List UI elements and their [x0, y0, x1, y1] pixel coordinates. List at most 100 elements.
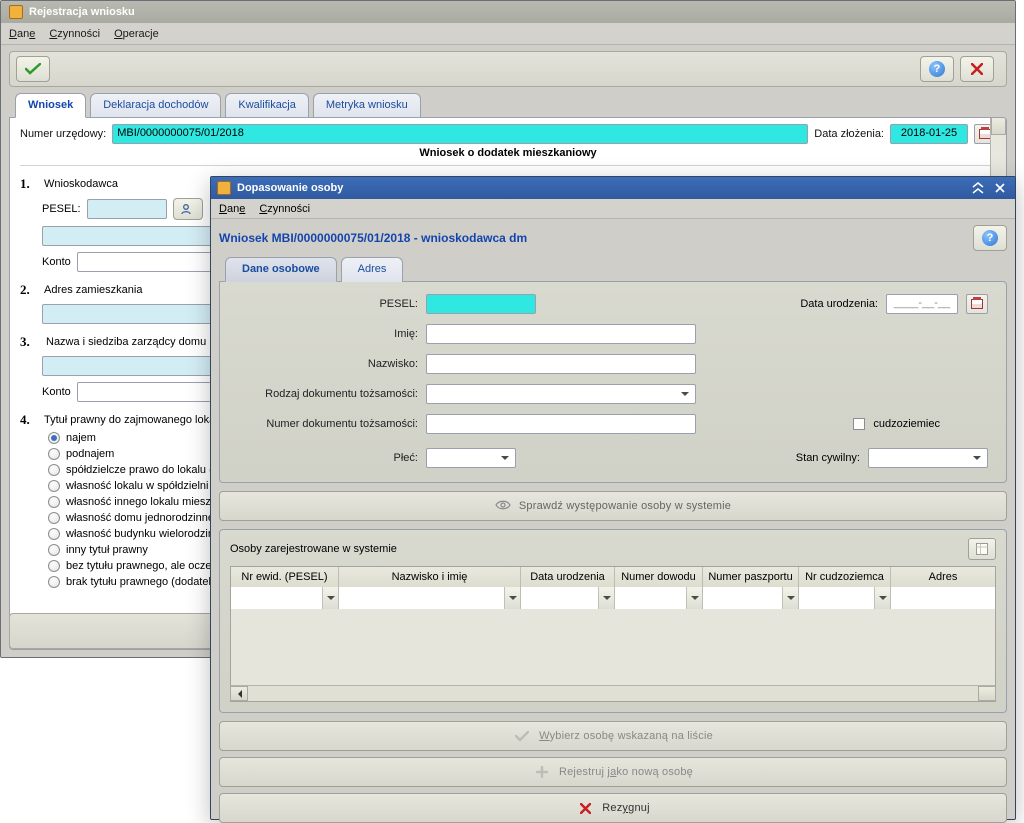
- window-maximize-button[interactable]: [969, 180, 987, 196]
- pesel-label-main: PESEL:: [42, 203, 81, 215]
- konto-label-1: Konto: [42, 256, 71, 268]
- radio-dot-icon: [48, 528, 60, 540]
- nazwisko-input[interactable]: [426, 354, 696, 374]
- pesel-input-main[interactable]: [87, 199, 167, 219]
- modal-icon: [217, 181, 231, 195]
- modal-menubar: Dane Czynności: [211, 199, 1015, 219]
- cudzoziemiec-label: cudzoziemiec: [873, 418, 940, 430]
- modal-help-button[interactable]: ?: [973, 225, 1007, 251]
- sec4-num: 4.: [20, 412, 38, 428]
- radio-dot-icon: [48, 512, 60, 524]
- sec1-label: Wnioskodawca: [44, 178, 118, 190]
- grid-options-button[interactable]: [968, 538, 996, 560]
- tab-adres[interactable]: Adres: [341, 257, 404, 282]
- tab-kwalifikacja[interactable]: Kwalifikacja: [225, 93, 308, 118]
- konto-input-2[interactable]: [77, 382, 217, 402]
- plec-select[interactable]: [426, 448, 516, 468]
- menu-czynnosci[interactable]: Czynności: [49, 28, 100, 40]
- wnioskodawca-name-input[interactable]: [42, 226, 222, 246]
- pesel-lookup-button[interactable]: [173, 198, 203, 220]
- data-urodzenia-input[interactable]: ____-__-__: [886, 294, 958, 314]
- radio-dot-icon: [48, 576, 60, 588]
- stan-cywilny-select[interactable]: [868, 448, 988, 468]
- radio-dot-icon: [48, 544, 60, 556]
- data-urodzenia-label: Data urodzenia:: [800, 298, 878, 310]
- tab-wniosek[interactable]: Wniosek: [15, 93, 86, 118]
- grid-table: Nr ewid. (PESEL) Nazwisko i imię Data ur…: [230, 566, 996, 702]
- eye-icon: [495, 500, 511, 513]
- col-nr-dowodu[interactable]: Numer dowodu: [615, 567, 703, 587]
- help-button[interactable]: ?: [920, 56, 954, 82]
- help-icon: ?: [929, 61, 945, 77]
- grid-filter-row: [231, 587, 995, 609]
- rodzaj-dok-select[interactable]: [426, 384, 696, 404]
- modal-menu-czynnosci[interactable]: Czynności: [259, 203, 310, 215]
- numer-urz-input[interactable]: MBI/0000000075/01/2018: [112, 124, 808, 144]
- dane-osobowe-panel: PESEL: Data urodzenia: ____-__-__ Imię: …: [219, 281, 1007, 483]
- check-icon: [25, 63, 41, 75]
- konto-input-1[interactable]: [77, 252, 217, 272]
- person-search-icon: [181, 203, 195, 215]
- filter-dd-data-ur[interactable]: [598, 587, 614, 609]
- rejestruj-nowa-button[interactable]: Rejestruj jako nową osobę: [219, 757, 1007, 787]
- menu-dane[interactable]: Dane: [9, 28, 35, 40]
- col-data-ur[interactable]: Data urodzenia: [521, 567, 615, 587]
- tab-metryka[interactable]: Metryka wniosku: [313, 93, 421, 118]
- imie-label: Imię:: [238, 328, 418, 340]
- modal-heading: Wniosek MBI/0000000075/01/2018 - wniosko…: [219, 231, 527, 245]
- filter-nazwisko[interactable]: [339, 587, 504, 609]
- sec3-num: 3.: [20, 334, 38, 350]
- filter-nr-dowodu[interactable]: [615, 587, 686, 609]
- imie-input[interactable]: [426, 324, 696, 344]
- check-person-button[interactable]: Sprawdź występowanie osoby w systemie: [219, 491, 1007, 521]
- col-nr-paszportu[interactable]: Numer paszportu: [703, 567, 799, 587]
- radio-dot-icon: [48, 560, 60, 572]
- sheet-icon: [975, 542, 989, 556]
- filter-adres[interactable]: [891, 587, 995, 609]
- numer-dok-input[interactable]: [426, 414, 696, 434]
- filter-dd-nazwisko[interactable]: [504, 587, 520, 609]
- adres-input[interactable]: [42, 304, 222, 324]
- data-zlozenia-input[interactable]: 2018-01-25: [890, 124, 968, 144]
- filter-data-ur[interactable]: [521, 587, 598, 609]
- konto-label-2: Konto: [42, 386, 71, 398]
- rodzaj-dok-label: Rodzaj dokumentu tożsamości:: [238, 388, 418, 400]
- zarzadca-input[interactable]: [42, 356, 222, 376]
- radio-dot-icon: [48, 448, 60, 460]
- grid-panel: Osoby zarejestrowane w systemie Nr ewid.…: [219, 529, 1007, 713]
- tab-dane-osobowe[interactable]: Dane osobowe: [225, 257, 337, 282]
- cudzoziemiec-checkbox[interactable]: [853, 418, 865, 430]
- pesel-input[interactable]: [426, 294, 536, 314]
- col-nazwisko[interactable]: Nazwisko i imię: [339, 567, 521, 587]
- col-nr-cudz[interactable]: Nr cudzoziemca: [799, 567, 891, 587]
- filter-dd-nr-dowodu[interactable]: [686, 587, 702, 609]
- form-title: Wniosek o dodatek mieszkaniowy: [20, 142, 996, 166]
- tab-deklaracja[interactable]: Deklaracja dochodów: [90, 93, 221, 118]
- filter-dd-nr-cudz[interactable]: [874, 587, 890, 609]
- radio-dot-icon: [48, 496, 60, 508]
- col-nr-ewid[interactable]: Nr ewid. (PESEL): [231, 567, 339, 587]
- filter-dd-nr-paszportu[interactable]: [782, 587, 798, 609]
- filter-nr-paszportu[interactable]: [703, 587, 782, 609]
- main-window-title: Rejestracja wniosku: [29, 6, 135, 18]
- wybierz-osobe-button[interactable]: Wybierz osobę wskazaną na liście: [219, 721, 1007, 751]
- stan-cywilny-label: Stan cywilny:: [796, 452, 860, 464]
- close-icon: [995, 183, 1005, 193]
- modal-header: Wniosek MBI/0000000075/01/2018 - wniosko…: [211, 219, 1015, 251]
- nazwisko-label: Nazwisko:: [238, 358, 418, 370]
- close-button[interactable]: [960, 56, 994, 82]
- confirm-button[interactable]: [16, 56, 50, 82]
- close-icon: [971, 63, 983, 75]
- filter-nr-cudz[interactable]: [799, 587, 874, 609]
- window-close-button[interactable]: [991, 180, 1009, 196]
- sec3-label: Nazwa i siedziba zarządcy domu: [46, 336, 206, 348]
- rezygnuj-button[interactable]: Rezygnuj: [219, 793, 1007, 823]
- calendar-icon: [971, 299, 983, 309]
- data-urodzenia-calendar-button[interactable]: [966, 294, 988, 314]
- grid-hscroll[interactable]: [231, 685, 995, 701]
- filter-nr-ewid[interactable]: [231, 587, 322, 609]
- modal-menu-dane[interactable]: Dane: [219, 203, 245, 215]
- menu-operacje[interactable]: Operacje: [114, 28, 159, 40]
- col-adres[interactable]: Adres: [891, 567, 995, 587]
- filter-dd-nr-ewid[interactable]: [322, 587, 338, 609]
